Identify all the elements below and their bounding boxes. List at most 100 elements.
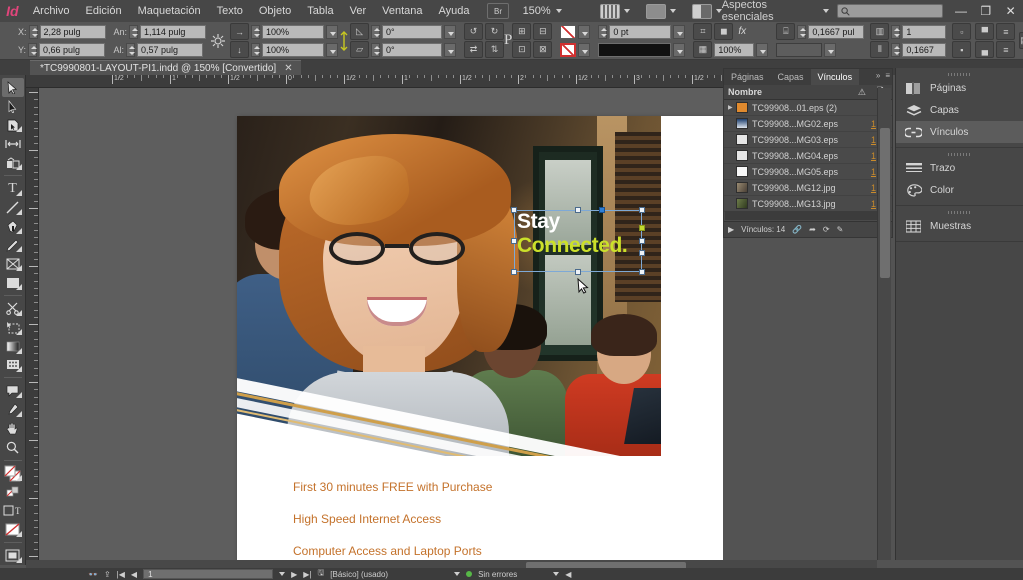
menu-item-objeto[interactable]: Objeto <box>251 2 299 20</box>
gradient-swatch-tool[interactable] <box>2 337 24 356</box>
zoom-level-select[interactable]: 150% <box>523 5 562 17</box>
rotation-stepper[interactable] <box>371 24 381 39</box>
link-page[interactable]: 1 <box>871 167 876 177</box>
gap-tool[interactable] <box>2 134 24 153</box>
preflight-icon[interactable]: 👓 <box>88 570 98 579</box>
link-page[interactable]: 1 <box>871 151 876 161</box>
stroke-dropdown[interactable] <box>578 42 591 57</box>
selection-tool[interactable] <box>1 78 24 97</box>
columns-stepper[interactable] <box>891 24 901 39</box>
update-link-icon[interactable]: ⟳ <box>823 225 830 234</box>
body-line-3[interactable]: Computer Access and Laptop Ports <box>293 544 482 558</box>
expand-footer-icon[interactable]: ▶ <box>728 225 734 234</box>
reference-point-proxy[interactable] <box>10 30 12 52</box>
object-effects-button[interactable]: ◼ <box>714 23 734 40</box>
container-selector-icon[interactable]: P <box>504 32 512 49</box>
x-field[interactable]: 2,28 pulg <box>39 24 106 39</box>
preview-mode-control[interactable] <box>2 546 24 565</box>
links-horizontal-scrollbar[interactable] <box>725 211 883 220</box>
scale-y-field[interactable]: 100% <box>262 42 325 57</box>
headline-text-frame[interactable]: Stay Connected. <box>511 207 645 275</box>
document-canvas[interactable]: First 30 minutes FREE with Purchase High… <box>39 88 723 560</box>
page-tool[interactable] <box>2 116 24 135</box>
height-stepper[interactable] <box>126 42 136 57</box>
pencil-tool[interactable] <box>2 236 24 255</box>
status-expand-icon[interactable]: ◀ <box>565 570 571 579</box>
arrange-documents-icon[interactable] <box>691 3 712 19</box>
menu-item-archivo[interactable]: Archivo <box>25 2 78 20</box>
shear-dropdown[interactable] <box>444 42 457 57</box>
close-icon[interactable]: ✕ <box>284 63 292 74</box>
free-transform-tool[interactable] <box>2 318 24 337</box>
apply-none-control[interactable] <box>2 520 24 539</box>
go-to-link-icon[interactable]: ➦ <box>809 225 816 234</box>
minimize-button[interactable]: — <box>949 0 974 22</box>
canvas-vertical-scrollbar[interactable] <box>877 88 891 560</box>
menu-item-ayuda[interactable]: Ayuda <box>430 2 477 20</box>
constrain-scale-icon[interactable] <box>338 30 350 51</box>
list-item[interactable]: TC99908...MG02.eps 1 <box>724 116 892 132</box>
scissors-tool[interactable] <box>2 299 24 318</box>
hand-tool[interactable] <box>2 419 24 438</box>
sidebar-item-muestras[interactable]: Muestras <box>896 215 1023 237</box>
center-content-button[interactable]: ⊠ <box>533 41 553 58</box>
last-page-button[interactable]: ▶| <box>303 570 311 579</box>
handle-bottom-right[interactable] <box>639 269 645 275</box>
panel-tab-capas[interactable]: Capas <box>771 69 811 85</box>
vertical-ruler[interactable] <box>26 88 39 560</box>
type-tool[interactable]: T <box>2 179 24 198</box>
list-item[interactable]: TC99908...MG12.jpg 1 <box>724 180 892 196</box>
height-field[interactable]: 0,57 pulg <box>137 42 204 57</box>
document-page[interactable]: First 30 minutes FREE with Purchase High… <box>237 116 723 560</box>
first-page-button[interactable]: |◀ <box>117 570 125 579</box>
fx-button[interactable]: fx <box>735 26 749 37</box>
sidebar-item-paginas[interactable]: Páginas <box>896 77 1023 99</box>
handle-bottom-left[interactable] <box>511 269 517 275</box>
scrollbar-thumb[interactable] <box>880 128 890 278</box>
chevron-down-icon[interactable] <box>454 572 461 576</box>
handle-middle-right-active[interactable] <box>639 225 645 231</box>
shear-stepper[interactable] <box>371 42 381 57</box>
links-list[interactable]: ▶ TC99908...01.eps (2) TC99908...MG02.ep… <box>724 100 892 212</box>
stroke-weight-field[interactable]: 0 pt <box>609 24 672 39</box>
edit-original-icon[interactable]: ✎ <box>837 225 844 234</box>
text-inset-field[interactable]: 0,1667 pul <box>808 24 865 39</box>
rotate-cw-button[interactable]: ↻ <box>485 23 505 40</box>
next-page-button[interactable]: ▶ <box>291 570 297 579</box>
eyedropper-tool[interactable] <box>2 400 24 419</box>
list-item[interactable]: TC99908...MG05.eps 1 <box>724 164 892 180</box>
vertical-align-field[interactable] <box>776 42 823 57</box>
stroke-swatch[interactable] <box>560 42 577 57</box>
link-page[interactable]: 1 <box>871 135 876 145</box>
panel-tab-vinculos[interactable]: Vínculos <box>810 69 860 85</box>
sidebar-item-trazo[interactable]: Trazo <box>896 157 1023 179</box>
line-tool[interactable] <box>2 198 24 217</box>
opacity-dropdown[interactable] <box>756 42 769 57</box>
hero-photo[interactable] <box>237 116 661 456</box>
scale-x-dropdown[interactable] <box>326 24 339 39</box>
rectangle-tool[interactable] <box>2 273 24 292</box>
sidebar-item-capas[interactable]: Capas <box>896 99 1023 121</box>
fill-frame-proportionally-button[interactable]: ⊡ <box>512 41 532 58</box>
link-page[interactable]: 1 <box>871 199 876 209</box>
body-line-2[interactable]: High Speed Internet Access <box>293 512 441 526</box>
list-item[interactable]: ▶ TC99908...01.eps (2) <box>724 100 892 116</box>
previous-page-button[interactable]: ◀ <box>131 570 137 579</box>
stroke-weight-stepper[interactable] <box>598 24 608 39</box>
chevron-down-icon[interactable] <box>553 572 560 576</box>
width-field[interactable]: 1,114 pulg <box>140 24 207 39</box>
search-input[interactable] <box>837 4 943 18</box>
gutter-field[interactable]: 0,1667 <box>902 42 947 57</box>
gradient-feather-tool[interactable] <box>2 356 24 375</box>
view-options-icon[interactable] <box>599 3 620 19</box>
menu-item-tabla[interactable]: Tabla <box>299 2 341 20</box>
screen-mode-icon[interactable] <box>645 3 666 19</box>
chevron-down-icon[interactable] <box>669 9 676 13</box>
stroke-style-field[interactable] <box>598 42 672 57</box>
menu-item-ventana[interactable]: Ventana <box>374 2 430 20</box>
document-tab[interactable]: *TC9990801-LAYOUT-PI1.indd @ 150% [Conve… <box>30 60 301 75</box>
chevron-down-icon[interactable] <box>279 572 286 576</box>
menu-item-texto[interactable]: Texto <box>209 2 251 20</box>
handle-bottom-center[interactable] <box>575 269 581 275</box>
close-button[interactable]: ✕ <box>998 0 1023 22</box>
